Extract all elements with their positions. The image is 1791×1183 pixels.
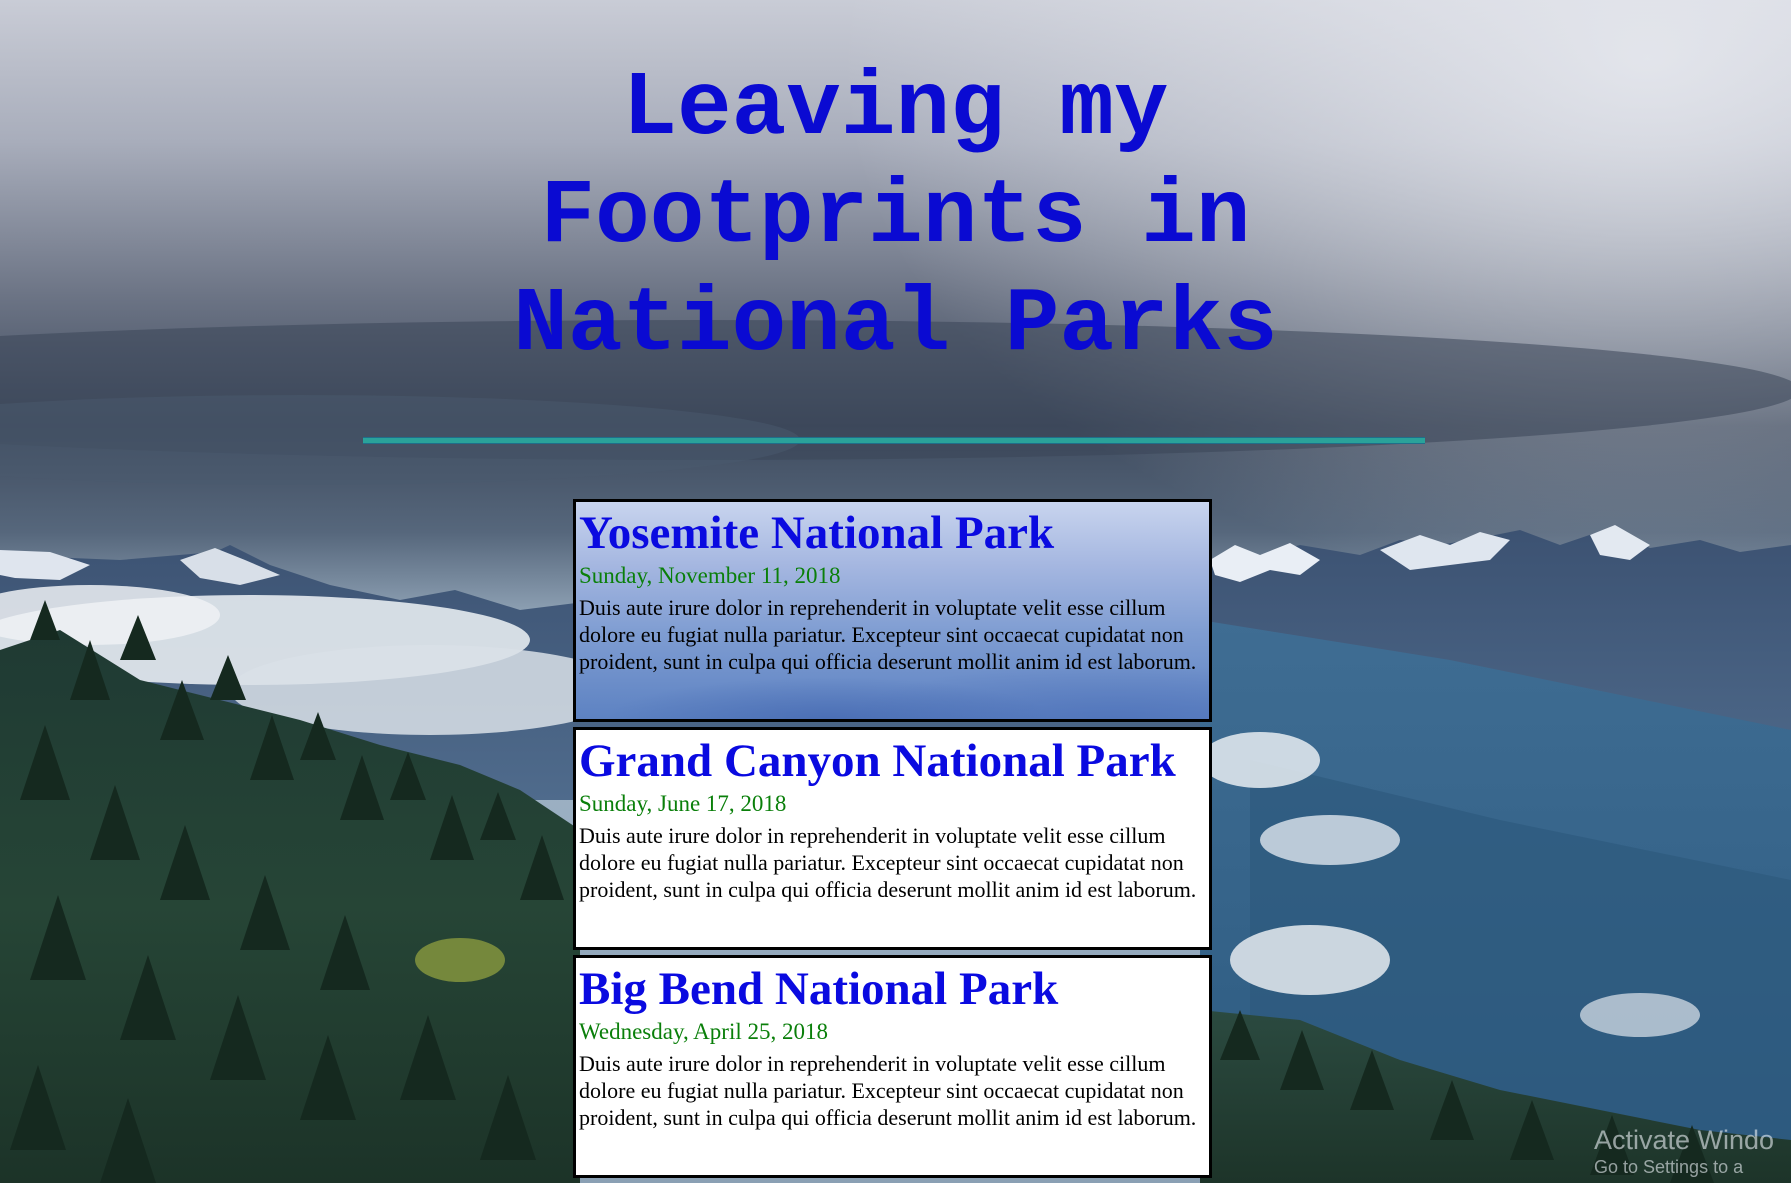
page-title-line-3: National Parks	[513, 274, 1278, 377]
page-title: Leaving my Footprints in National Parks	[0, 56, 1791, 380]
post-date: Sunday, November 11, 2018	[579, 563, 841, 588]
post-date: Wednesday, April 25, 2018	[579, 1019, 828, 1044]
page-title-line-2: Footprints in	[540, 166, 1251, 269]
watermark-title: Activate Windo	[1594, 1125, 1775, 1155]
post-title[interactable]: Grand Canyon National Park	[579, 734, 1207, 788]
watermark-subtitle: Go to Settings to a	[1594, 1157, 1744, 1177]
post-body: Duis aute irure dolor in reprehenderit i…	[579, 1051, 1197, 1130]
page-title-line-1: Leaving my	[622, 58, 1169, 161]
blog-post-big-bend: Big Bend National Park Wednesday, April …	[573, 955, 1212, 1178]
title-divider	[363, 437, 1425, 444]
post-title[interactable]: Big Bend National Park	[579, 962, 1207, 1016]
post-title[interactable]: Yosemite National Park	[579, 506, 1207, 560]
blog-post-yosemite: Yosemite National Park Sunday, November …	[573, 499, 1212, 722]
post-body: Duis aute irure dolor in reprehenderit i…	[579, 823, 1197, 902]
post-date: Sunday, June 17, 2018	[579, 791, 787, 816]
blog-post-grand-canyon: Grand Canyon National Park Sunday, June …	[573, 727, 1212, 950]
activate-windows-watermark: Activate Windo Go to Settings to a	[1594, 1124, 1774, 1178]
post-body: Duis aute irure dolor in reprehenderit i…	[579, 595, 1197, 674]
